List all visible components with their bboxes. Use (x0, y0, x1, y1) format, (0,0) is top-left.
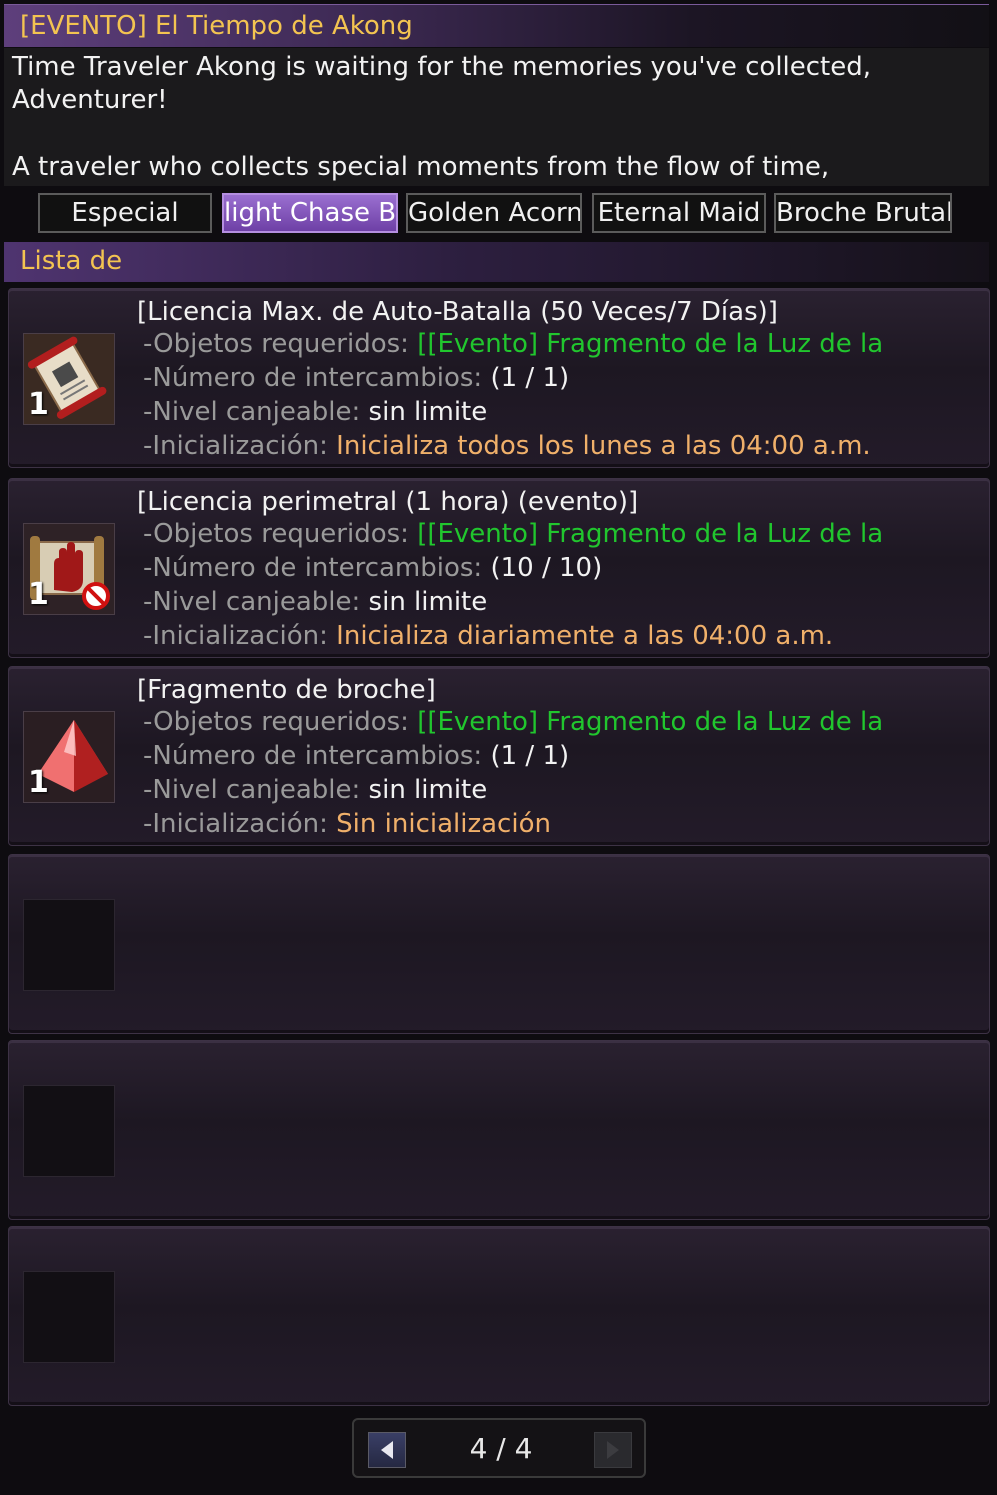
reset-value: Sin inicialización (336, 809, 551, 839)
required-items-line: -Objetos requeridos: [[Evento] Fragmento… (143, 329, 883, 359)
required-items-line: -Objetos requeridos: [[Evento] Fragmento… (143, 707, 883, 737)
required-value: [[Evento] Fragmento de la Luz de la (417, 329, 884, 359)
exchanges-label: -Número de intercambios: (143, 363, 483, 393)
list-header-label: Lista de (20, 246, 123, 276)
event-exchange-window: [EVENTO] El Tiempo de Akong Time Travele… (0, 0, 997, 1495)
pagination: 4 / 4 (352, 1418, 646, 1478)
category-tabs: Especial light Chase B Golden Acorn Eter… (0, 190, 997, 236)
exchange-item-row[interactable]: 1 [Licencia Max. de Auto-Batalla (50 Vec… (8, 288, 990, 468)
exchanges-value: (10 / 10) (490, 553, 603, 583)
exchanges-label: -Número de intercambios: (143, 553, 483, 583)
tab-broche-brutal[interactable]: Broche Brutal (774, 193, 952, 233)
next-page-button[interactable] (594, 1432, 632, 1468)
arrow-right-icon (607, 1441, 619, 1459)
empty-item-row (8, 1040, 990, 1220)
tab-light-chase[interactable]: light Chase B (222, 193, 398, 233)
empty-item-row (8, 854, 990, 1034)
description-line: Time Traveler Akong is waiting for the m… (12, 52, 872, 82)
reset-line: -Inicialización: Sin inicialización (143, 809, 551, 839)
required-value: [[Evento] Fragmento de la Luz de la (417, 519, 884, 549)
tab-especial[interactable]: Especial (38, 193, 212, 233)
exchanges-value: (1 / 1) (490, 741, 570, 771)
item-quantity: 1 (28, 765, 49, 800)
item-slot[interactable]: 1 (23, 523, 115, 615)
level-value: sin limite (368, 587, 488, 617)
empty-item-slot (23, 1085, 115, 1177)
item-name: [Licencia Max. de Auto-Batalla (50 Veces… (137, 297, 778, 327)
level-value: sin limite (368, 775, 488, 805)
item-quantity: 1 (28, 577, 49, 612)
reset-line: -Inicialización: Inicializa diariamente … (143, 621, 833, 651)
exchanges-label: -Número de intercambios: (143, 741, 483, 771)
reset-label: -Inicialización: (143, 809, 328, 839)
level-label: -Nivel canjeable: (143, 397, 361, 427)
window-title: [EVENTO] El Tiempo de Akong (20, 11, 413, 41)
level-value: sin limite (368, 397, 488, 427)
exchange-count-line: -Número de intercambios: (1 / 1) (143, 363, 569, 393)
reset-value: Inicializa todos los lunes a las 04:00 a… (336, 431, 871, 461)
level-line: -Nivel canjeable: sin limite (143, 775, 487, 805)
event-description[interactable]: Time Traveler Akong is waiting for the m… (4, 48, 989, 186)
item-name: [Fragmento de broche] (137, 675, 436, 705)
list-header: Lista de (4, 242, 989, 282)
exchanges-value: (1 / 1) (490, 363, 570, 393)
description-line: A traveler who collects special moments … (12, 152, 830, 182)
reset-line: -Inicialización: Inicializa todos los lu… (143, 431, 871, 461)
title-bar: [EVENTO] El Tiempo de Akong (4, 4, 989, 47)
reset-label: -Inicialización: (143, 621, 328, 651)
level-label: -Nivel canjeable: (143, 587, 361, 617)
required-items-line: -Objetos requeridos: [[Evento] Fragmento… (143, 519, 883, 549)
empty-item-row (8, 1226, 990, 1406)
description-line: Adventurer! (12, 85, 168, 115)
level-line: -Nivel canjeable: sin limite (143, 587, 487, 617)
required-label: -Objetos requeridos: (143, 707, 409, 737)
item-slot[interactable]: 1 (23, 711, 115, 803)
exchange-item-row[interactable]: 1 [Fragmento de broche] -Objetos requeri… (8, 666, 990, 846)
empty-item-slot (23, 1271, 115, 1363)
reset-value: Inicializa diariamente a las 04:00 a.m. (336, 621, 834, 651)
exchange-item-row[interactable]: 1 [Licencia perimetral (1 hora) (evento)… (8, 478, 990, 658)
tab-golden-acorn[interactable]: Golden Acorn (406, 193, 582, 233)
item-name: [Licencia perimetral (1 hora) (evento)] (137, 487, 639, 517)
empty-item-slot (23, 899, 115, 991)
reset-label: -Inicialización: (143, 431, 328, 461)
required-label: -Objetos requeridos: (143, 329, 409, 359)
tab-eternal-maid[interactable]: Eternal Maid (592, 193, 766, 233)
item-quantity: 1 (28, 387, 49, 422)
level-label: -Nivel canjeable: (143, 775, 361, 805)
level-line: -Nivel canjeable: sin limite (143, 397, 487, 427)
item-slot[interactable]: 1 (23, 333, 115, 425)
exchange-count-line: -Número de intercambios: (10 / 10) (143, 553, 602, 583)
required-value: [[Evento] Fragmento de la Luz de la (417, 707, 884, 737)
required-label: -Objetos requeridos: (143, 519, 409, 549)
exchange-count-line: -Número de intercambios: (1 / 1) (143, 741, 569, 771)
